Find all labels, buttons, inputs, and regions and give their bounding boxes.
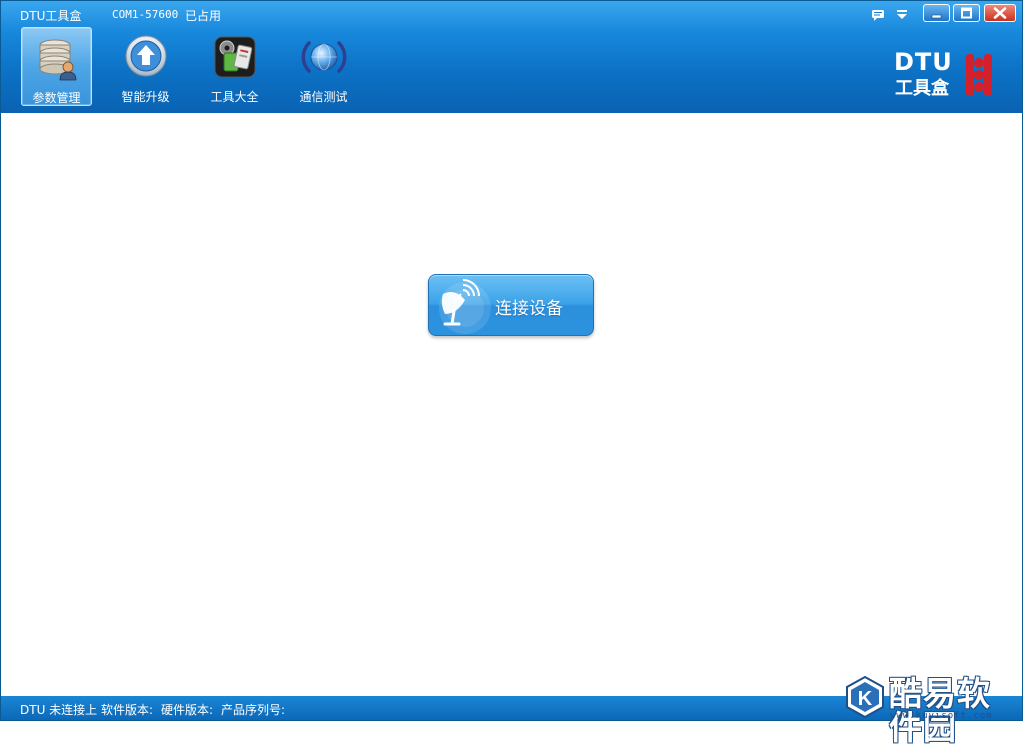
toolbar-item-smart-upgrade[interactable]: 智能升级 — [110, 27, 181, 106]
globe-signal-icon — [301, 41, 347, 73]
satellite-dish-icon — [439, 279, 491, 334]
watermark-logo-icon: K — [846, 676, 884, 718]
main-content: 连接设备 — [1, 113, 1022, 696]
app-window: DTU工具盒 COM1-57600 已占用 参数管理 智能升级 工具大全 通信测… — [0, 0, 1023, 745]
dropdown-menu-icon[interactable] — [895, 6, 909, 19]
toolbar-item-label: 通信测试 — [299, 90, 348, 104]
database-user-icon — [39, 39, 77, 81]
watermark-url: www.kuyisoft.com — [890, 711, 993, 721]
minimize-icon — [931, 14, 942, 19]
serial-number: 产品序列号: — [221, 703, 286, 717]
toolbar-item-communication-test[interactable]: 通信测试 — [288, 27, 359, 106]
header: DTU工具盒 COM1-57600 已占用 参数管理 智能升级 工具大全 通信测… — [1, 1, 1022, 113]
close-icon — [993, 7, 1007, 19]
toolbar-item-toolbox[interactable]: 工具大全 — [199, 27, 270, 106]
toolbar-item-label: 参数管理 — [32, 91, 81, 105]
minimize-button[interactable] — [923, 4, 950, 22]
connect-device-label: 连接设备 — [495, 299, 563, 319]
com-port-status: 已占用 — [185, 9, 222, 23]
toolbox-icon — [214, 36, 256, 78]
toolbar-item-label: 工具大全 — [210, 90, 259, 104]
message-icon[interactable] — [871, 6, 885, 21]
toolbar-item-label: 智能升级 — [121, 90, 170, 104]
brand-subtitle: 工具盒 — [895, 78, 949, 99]
com-port-info: COM1-57600 — [112, 8, 179, 21]
maximize-icon — [961, 7, 972, 19]
title-bar[interactable]: DTU工具盒 COM1-57600 已占用 — [1, 1, 1022, 27]
brand-logo: DTU 工具盒 — [894, 49, 1004, 103]
close-button[interactable] — [984, 4, 1016, 22]
app-title: DTU工具盒 — [20, 9, 82, 23]
brand-mark-icon — [966, 54, 992, 96]
maximize-button[interactable] — [953, 4, 980, 22]
connection-status: DTU 未连接上 — [20, 703, 98, 717]
upload-arrow-icon — [125, 35, 167, 77]
software-version: 软件版本: — [101, 703, 154, 717]
connect-device-button[interactable]: 连接设备 — [428, 274, 594, 336]
svg-text:K: K — [858, 688, 873, 710]
brand-name: DTU — [894, 48, 953, 76]
hardware-version: 硬件版本: — [161, 703, 214, 717]
toolbar-item-parameter-management[interactable]: 参数管理 — [21, 27, 92, 106]
